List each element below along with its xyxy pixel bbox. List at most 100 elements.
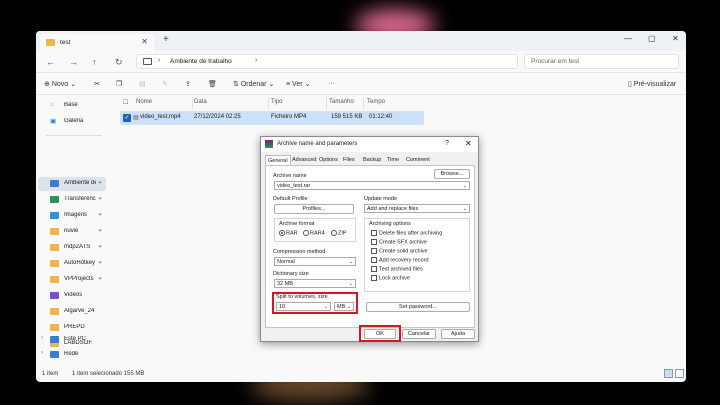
video-icon bbox=[50, 292, 59, 299]
column-header-type[interactable]: Tipo bbox=[271, 99, 282, 105]
archiving-options-group: Archiving options Delete files after arc… bbox=[364, 218, 470, 292]
close-tab-icon[interactable]: ✕ bbox=[141, 37, 148, 46]
column-header-duration[interactable]: Tempo bbox=[367, 99, 385, 105]
folder-icon bbox=[50, 244, 59, 251]
sidebar-item-desktop[interactable]: Ambiente de ✦ bbox=[38, 177, 106, 191]
column-divider[interactable] bbox=[192, 97, 193, 109]
dictionary-select[interactable]: 32 MB ⌄ bbox=[274, 279, 356, 288]
cut-icon[interactable]: ✂ bbox=[94, 80, 100, 88]
sidebar-item-label: Algarve_24 bbox=[64, 308, 95, 314]
new-tab-button[interactable]: + bbox=[163, 34, 169, 45]
share-icon[interactable]: ⇪ bbox=[185, 80, 191, 88]
sidebar-item-label: Este PC bbox=[64, 336, 87, 342]
tiles-view-icon[interactable] bbox=[675, 369, 684, 378]
archive-format-group: Archive format RAR RAR4 ZIP bbox=[274, 218, 356, 242]
tab-backup[interactable]: Backup bbox=[363, 157, 381, 163]
sidebar-item-label: PREPD bbox=[64, 324, 85, 330]
help-button[interactable]: Ajuda bbox=[441, 329, 475, 339]
archive-name-input[interactable]: video_test.rar ⌄ bbox=[274, 181, 470, 190]
column-header-name[interactable]: Nome bbox=[136, 99, 152, 105]
sidebar-item-folder[interactable]: Algarve_24 bbox=[38, 305, 106, 319]
archiving-options-label: Archiving options bbox=[369, 221, 411, 227]
pictures-icon bbox=[50, 212, 59, 219]
paste-icon[interactable]: ▤ bbox=[139, 80, 146, 88]
close-icon[interactable]: ✕ bbox=[465, 139, 472, 148]
set-password-button[interactable]: Set password... bbox=[366, 302, 470, 312]
pin-icon: ✦ bbox=[98, 212, 103, 218]
preview-button[interactable]: ▯ Pré-visualizar bbox=[628, 80, 676, 88]
sidebar-item-folder[interactable]: VPProjects ✦ bbox=[38, 273, 106, 287]
default-profile-label: Default Profile bbox=[273, 196, 308, 202]
sort-button[interactable]: ⇅ Ordenar ⌄ bbox=[233, 80, 274, 88]
back-icon[interactable]: ← bbox=[46, 57, 55, 67]
tab-advanced[interactable]: Advanced bbox=[292, 157, 316, 163]
format-zip-radio[interactable]: ZIP bbox=[331, 230, 347, 236]
new-button[interactable]: ⊕ Novo ⌄ bbox=[44, 80, 76, 88]
up-icon[interactable]: ↑ bbox=[92, 57, 97, 67]
minimize-button[interactable]: — bbox=[624, 34, 632, 43]
compression-select[interactable]: Normal ⌄ bbox=[274, 257, 356, 266]
column-divider[interactable] bbox=[268, 97, 269, 109]
breadcrumb[interactable]: Ambiente de trabalho bbox=[170, 58, 232, 65]
refresh-icon[interactable]: ↻ bbox=[115, 57, 123, 68]
delete-icon[interactable]: 🗑 bbox=[208, 80, 217, 88]
sidebar-item-folder[interactable]: mdp2ATS ✦ bbox=[38, 241, 106, 255]
column-header-size[interactable]: Tamanho bbox=[329, 99, 354, 105]
chevron-down-icon: ⌄ bbox=[462, 206, 467, 212]
rename-icon[interactable]: ✎ bbox=[162, 80, 168, 88]
column-header-date[interactable]: Data bbox=[194, 99, 207, 105]
browse-button[interactable]: Browse... bbox=[434, 169, 470, 179]
selection-info: 1 item selecionado 155 MB bbox=[72, 371, 145, 377]
option-recovery-record[interactable]: Add recovery record bbox=[371, 257, 429, 263]
option-lock-archive[interactable]: Lock archive bbox=[371, 275, 410, 281]
folder-icon bbox=[50, 276, 59, 283]
tab-test[interactable]: test ✕ bbox=[40, 34, 154, 51]
row-checkbox[interactable]: ✓ bbox=[123, 114, 131, 122]
chevron-right-icon: › bbox=[158, 57, 161, 64]
format-rar4-radio[interactable]: RAR4 bbox=[303, 230, 325, 236]
sidebar-item-this-pc[interactable]: › Este PC bbox=[38, 333, 106, 347]
profiles-button[interactable]: Profiles... bbox=[274, 204, 354, 214]
sidebar-item-folder[interactable]: AutoHotkey ✦ bbox=[38, 257, 106, 271]
sidebar-item-network[interactable]: › Rede bbox=[38, 348, 106, 362]
sidebar-item-downloads[interactable]: Transferências ✦ bbox=[38, 193, 106, 207]
address-bar[interactable]: › Ambiente de trabalho › bbox=[136, 54, 518, 69]
sidebar-item-home[interactable]: ⌂ Base bbox=[38, 99, 106, 113]
format-rar-radio[interactable]: RAR bbox=[279, 230, 298, 236]
more-button[interactable]: ··· bbox=[328, 80, 335, 87]
pin-icon: ✦ bbox=[98, 276, 103, 282]
chevron-down-icon[interactable]: ⌄ bbox=[463, 183, 467, 189]
column-divider[interactable] bbox=[326, 97, 327, 109]
home-icon: ⌂ bbox=[50, 101, 54, 108]
column-divider[interactable] bbox=[363, 97, 364, 109]
tab-files[interactable]: Files bbox=[343, 157, 355, 163]
option-create-sfx[interactable]: Create SFX archive bbox=[371, 239, 427, 245]
archive-dialog: Archive name and parameters ? ✕ General … bbox=[260, 136, 479, 342]
monitor-icon bbox=[143, 58, 152, 65]
sidebar-item-gallery[interactable]: ▣ Galeria bbox=[38, 115, 106, 129]
update-mode-select[interactable]: Add and replace files ⌄ bbox=[364, 204, 470, 213]
table-row[interactable]: ✓ ▤ video_test.mp4 27/12/2024 02:25 Fich… bbox=[120, 111, 424, 125]
option-delete-files[interactable]: Delete files after archiving bbox=[371, 230, 442, 236]
tab-label: test bbox=[60, 39, 71, 46]
view-button[interactable]: ≡ Ver ⌄ bbox=[286, 80, 310, 88]
help-icon[interactable]: ? bbox=[445, 140, 449, 147]
maximize-button[interactable]: ▢ bbox=[648, 34, 656, 43]
tab-time[interactable]: Time bbox=[387, 157, 399, 163]
sidebar-item-folder[interactable]: nuvie ✦ bbox=[38, 225, 106, 239]
dialog-title: Archive name and parameters bbox=[277, 141, 358, 147]
select-all-checkbox[interactable]: ☐ bbox=[123, 99, 128, 106]
tab-options[interactable]: Options bbox=[319, 157, 338, 163]
tab-comment[interactable]: Comment bbox=[406, 157, 430, 163]
option-solid-archive[interactable]: Create solid archive bbox=[371, 248, 428, 254]
forward-icon[interactable]: → bbox=[69, 57, 78, 67]
close-window-button[interactable]: ✕ bbox=[672, 34, 679, 43]
copy-icon[interactable]: ❐ bbox=[116, 80, 122, 88]
sidebar-item-label: Galeria bbox=[64, 118, 84, 124]
cancel-button[interactable]: Cancelar bbox=[402, 329, 436, 339]
search-input[interactable]: Procurar em test bbox=[524, 54, 679, 69]
sidebar-item-videos[interactable]: Videos bbox=[38, 289, 106, 303]
sidebar-item-pictures[interactable]: Imagens ✦ bbox=[38, 209, 106, 223]
details-view-icon[interactable] bbox=[664, 369, 673, 378]
option-test-files[interactable]: Test archived files bbox=[371, 266, 423, 272]
